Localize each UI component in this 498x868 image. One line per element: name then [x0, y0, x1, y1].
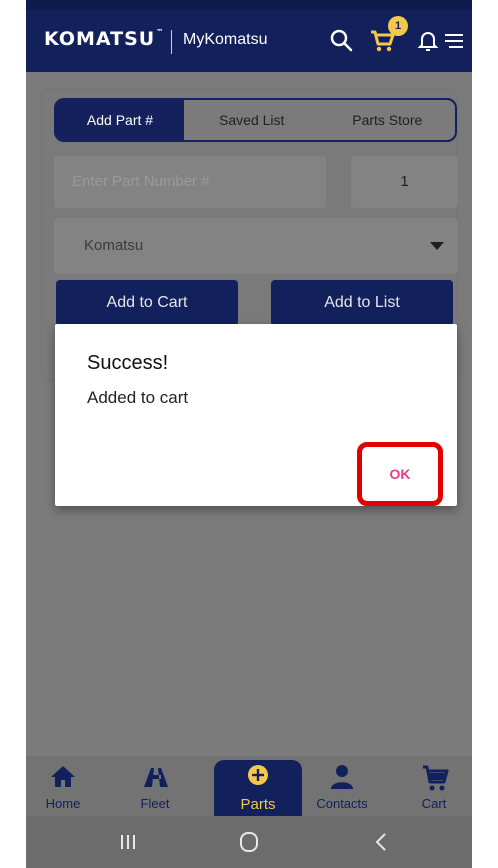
- success-dialog: Success! Added to cart OK: [55, 324, 457, 506]
- nav-home[interactable]: Home: [28, 756, 98, 816]
- nav-cart-label: Cart: [421, 796, 447, 811]
- nav-contacts[interactable]: Contacts: [307, 756, 377, 816]
- nav-home-label: Home: [45, 796, 81, 811]
- quantity-field[interactable]: 1: [351, 156, 458, 208]
- cart-count-badge: 1: [388, 16, 408, 36]
- search-icon[interactable]: [327, 26, 355, 54]
- home-button-icon[interactable]: [229, 826, 269, 858]
- brand-select-value: Komatsu: [84, 237, 144, 254]
- dialog-title: Success!: [87, 352, 169, 374]
- app-header: KOMATSU™ MyKomatsu 1: [26, 0, 472, 72]
- ok-button[interactable]: OK: [362, 447, 438, 501]
- komatsu-logo: KOMATSU™: [44, 28, 165, 50]
- nav-fleet-label: Fleet: [140, 796, 170, 811]
- app-screen: KOMATSU™ MyKomatsu 1 Add Part # Saved Li…: [26, 0, 472, 868]
- status-bar: [26, 0, 472, 10]
- tab-add-part[interactable]: Add Part #: [56, 100, 184, 140]
- cart-icon: [423, 765, 449, 791]
- fleet-icon: [144, 768, 168, 787]
- menu-icon[interactable]: [439, 26, 467, 54]
- nav-cart[interactable]: Cart: [399, 756, 469, 816]
- system-nav-bar: [26, 816, 472, 868]
- parts-tabs: Add Part # Saved List Parts Store: [54, 98, 457, 142]
- chevron-down-icon: [430, 242, 444, 250]
- contacts-icon: [331, 765, 353, 789]
- recent-apps-icon[interactable]: [108, 826, 148, 858]
- app-title: MyKomatsu: [183, 31, 268, 48]
- back-icon[interactable]: [362, 826, 402, 858]
- ok-button-highlight: OK: [357, 442, 443, 506]
- tab-saved-list[interactable]: Saved List: [184, 100, 320, 140]
- dialog-message: Added to cart: [87, 388, 189, 407]
- home-icon: [51, 766, 75, 787]
- bell-icon[interactable]: [414, 26, 442, 54]
- nav-parts-label: Parts: [240, 796, 276, 813]
- part-number-input[interactable]: Enter Part Number #: [54, 156, 326, 208]
- add-to-cart-button[interactable]: Add to Cart: [56, 280, 238, 326]
- nav-parts[interactable]: Parts: [214, 760, 302, 816]
- header-divider: [171, 30, 172, 54]
- nav-contacts-label: Contacts: [316, 796, 368, 811]
- nav-fleet[interactable]: Fleet: [120, 756, 190, 816]
- brand-select[interactable]: Komatsu: [54, 218, 458, 274]
- plus-circle-icon: [248, 765, 268, 785]
- add-to-list-button[interactable]: Add to List: [271, 280, 453, 326]
- tab-parts-store[interactable]: Parts Store: [320, 100, 456, 140]
